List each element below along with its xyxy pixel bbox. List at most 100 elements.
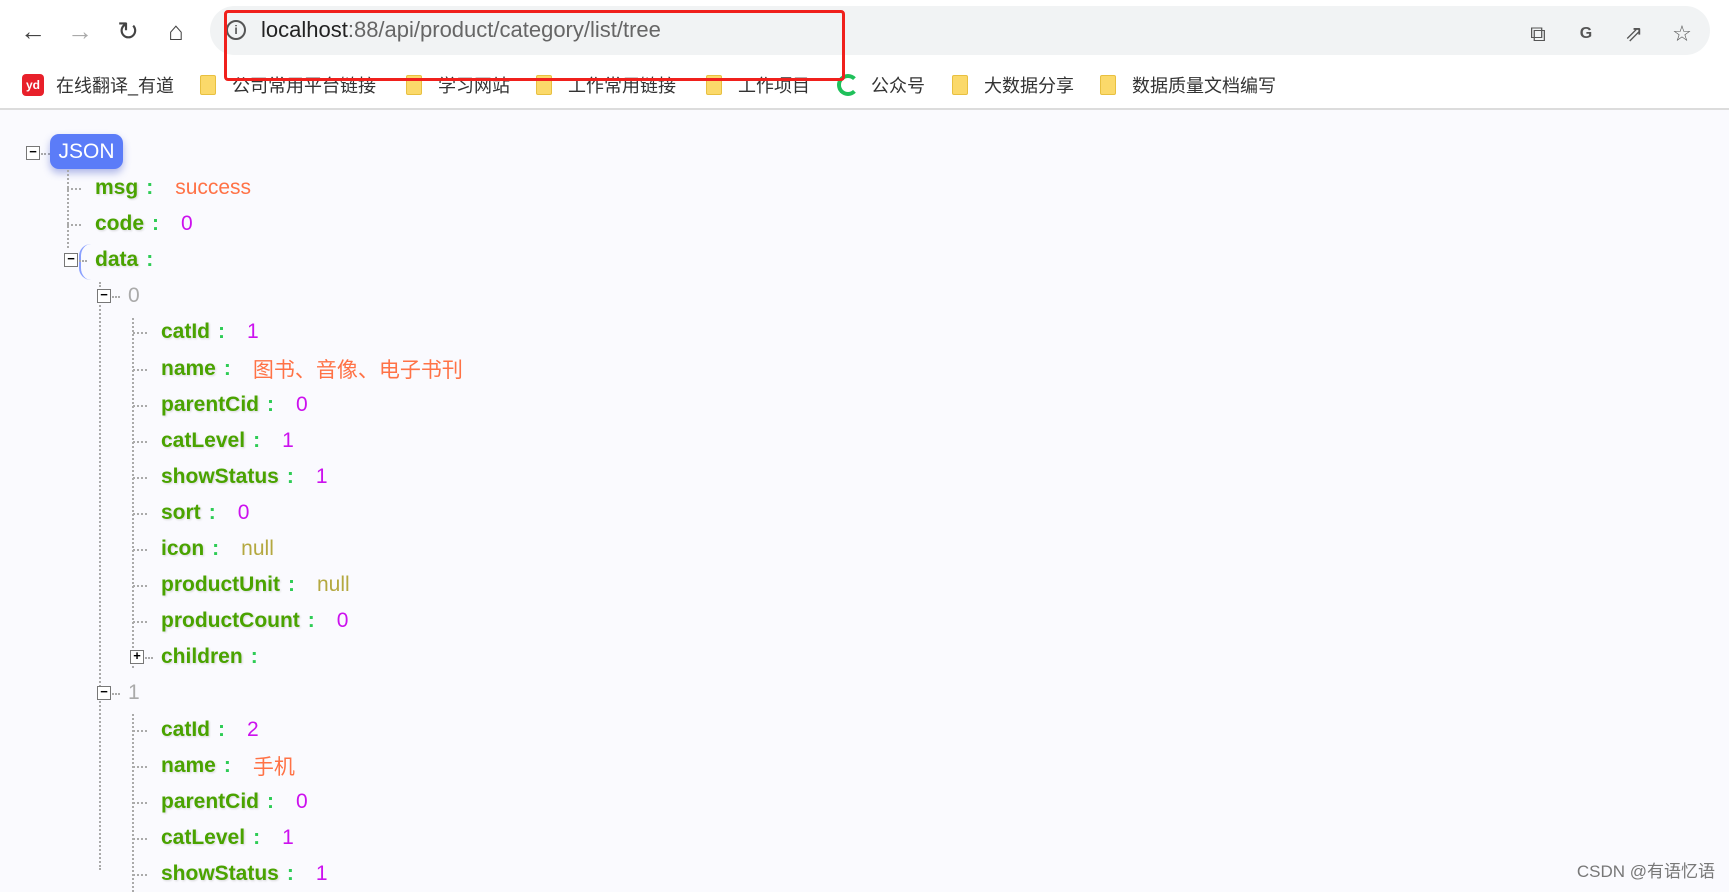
connector [133,332,147,335]
collapse-root-icon[interactable]: − [26,145,40,160]
home-button[interactable]: ⌂ [159,14,193,48]
bookmark-item[interactable]: 大数据分享 [952,72,1074,98]
row-key: catLevel [161,825,246,849]
connector [133,549,147,551]
colon: : [223,753,231,777]
connector [133,512,147,515]
tree-row-msg: msg: success [95,173,251,203]
tree-row-name: name: 图书、音像、电子书刊 [161,354,463,384]
tree-row-children[interactable]: children: [161,642,280,672]
row-value: 1 [315,464,328,488]
connector [133,585,147,588]
colon: : [223,356,231,380]
connector [133,801,147,804]
connector [145,657,153,660]
row-key: parentCid [161,789,260,813]
row-value: null [316,573,350,597]
bookmark-item[interactable]: yd 在线翻译_有道 [22,72,174,98]
row-key: data [95,248,139,272]
collapse-icon[interactable]: − [97,288,111,304]
bookmark-label: 学习网站 [438,76,510,96]
row-value: success [175,176,252,199]
bookmark-label: 公司常用平台链接 [232,76,376,96]
row-value: 1 [247,320,259,344]
colon: : [267,789,275,813]
back-button[interactable]: ← [16,14,50,48]
colon: : [250,645,258,669]
tree-row-catId: catId:2 [161,715,259,745]
json-root-badge[interactable]: JSON [50,134,123,169]
bookmark-item[interactable]: 数据质量文档编写 [1100,72,1276,98]
row-key: catLevel [161,428,246,452]
row-key: icon [161,537,205,560]
bookmark-item[interactable]: 工作项目 [706,72,810,98]
bookmark-item[interactable]: 公众号 [837,72,925,98]
share-icon[interactable]: ⇗ [1620,20,1648,48]
connector [112,693,120,696]
url-text[interactable]: localhost:88/api/product/category/list/t… [261,17,661,43]
row-key: productCount [161,609,300,633]
tree-row-index[interactable]: 1 [128,678,140,708]
row-value: 1 [282,825,294,849]
tree-row-data[interactable]: data: [95,245,175,275]
colon: : [218,717,226,741]
connector [133,873,147,876]
folder-icon [406,75,422,95]
row-value: null [241,537,274,560]
row-key: parentCid [161,392,260,416]
expand-icon[interactable]: + [130,649,144,665]
row-key: code [95,212,145,236]
folder-icon [952,75,968,95]
tree-row-index[interactable]: 0 [128,281,140,311]
tree-row-parentCid: parentCid:0 [161,390,308,420]
tree-row-name: name: 手机 [161,751,295,781]
site-info-icon[interactable]: i [226,20,246,40]
translate-icon[interactable]: G [1572,20,1600,48]
colon: : [287,573,295,597]
row-key: 0 [128,284,140,308]
connector [133,729,147,732]
bookmark-star-icon[interactable]: ☆ [1668,20,1696,48]
forward-button[interactable]: → [63,14,97,48]
bookmark-label: 大数据分享 [984,76,1074,96]
colon: : [218,320,226,344]
connector [133,404,147,407]
connector [133,440,147,443]
row-value: 1 [282,428,294,452]
row-value: 1 [315,861,328,885]
wechat-icon [837,74,859,96]
bookmark-label: 在线翻译_有道 [56,76,175,96]
connector [133,621,147,624]
reload-button[interactable]: ↻ [111,14,145,48]
bookmark-label: 工作常用链接 [568,76,676,96]
bookmark-label: 公众号 [871,76,925,96]
open-external-icon[interactable]: ⧉ [1524,20,1552,48]
row-value: 0 [181,212,193,236]
colon: : [212,537,220,560]
colon: : [253,825,261,849]
colon: : [152,212,160,236]
connector [112,296,120,299]
connector [67,188,81,190]
bookmark-item[interactable]: 学习网站 [406,72,510,98]
colon: : [146,248,154,272]
row-key: showStatus [161,464,279,488]
connector [79,260,87,263]
colon: : [286,861,294,885]
collapse-icon[interactable]: − [97,685,111,701]
tree-row-catLevel: catLevel:1 [161,426,294,456]
tree-guide [132,318,134,668]
collapse-icon[interactable]: − [64,252,78,268]
colon: : [146,176,154,199]
colon: : [307,609,315,633]
row-value: 0 [336,609,349,633]
address-bar[interactable]: i localhost:88/api/product/category/list… [210,6,1710,55]
bookmark-item[interactable]: 公司常用平台链接 [200,72,376,98]
colon: : [286,464,294,488]
colon: : [253,428,261,452]
tree-row-code: code:0 [95,209,193,239]
tree-row-catId: catId:1 [161,317,259,347]
colon: : [208,500,216,524]
row-key: name [161,356,216,380]
bookmark-item[interactable]: 工作常用链接 [536,72,676,98]
